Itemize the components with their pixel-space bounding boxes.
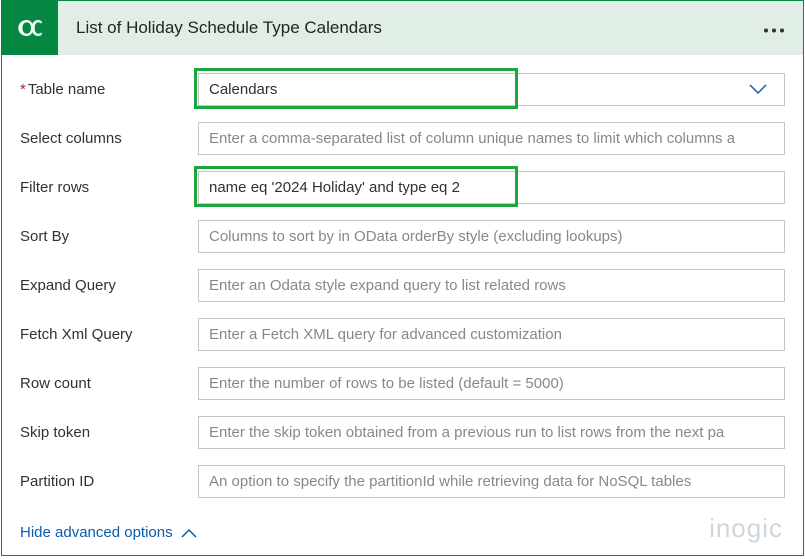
label-sort-by: Sort By bbox=[20, 228, 198, 245]
expand-query-input[interactable]: Enter an Odata style expand query to lis… bbox=[198, 269, 785, 302]
row-fetch-xml: Fetch Xml Query Enter a Fetch XML query … bbox=[20, 318, 785, 351]
row-select-columns: Select columns Enter a comma-separated l… bbox=[20, 122, 785, 155]
chevron-up-icon bbox=[181, 528, 197, 538]
label-partition-id: Partition ID bbox=[20, 473, 198, 490]
label-expand-query: Expand Query bbox=[20, 277, 198, 294]
card-header: List of Holiday Schedule Type Calendars bbox=[2, 1, 803, 55]
action-card: List of Holiday Schedule Type Calendars … bbox=[1, 0, 804, 556]
chevron-down-icon[interactable] bbox=[749, 82, 767, 98]
card-body: *Table name Calendars Select columns Ent… bbox=[2, 55, 803, 518]
row-sort-by: Sort By Columns to sort by in OData orde… bbox=[20, 220, 785, 253]
label-table-name: *Table name bbox=[20, 81, 198, 98]
hide-advanced-toggle[interactable]: Hide advanced options bbox=[20, 524, 197, 541]
label-skip-token: Skip token bbox=[20, 424, 198, 441]
row-row-count: Row count Enter the number of rows to be… bbox=[20, 367, 785, 400]
sort-by-input[interactable]: Columns to sort by in OData orderBy styl… bbox=[198, 220, 785, 253]
connector-icon-box bbox=[2, 1, 58, 55]
row-table-name: *Table name Calendars bbox=[20, 73, 785, 106]
label-row-count: Row count bbox=[20, 375, 198, 392]
partition-id-input[interactable]: An option to specify the partitionId whi… bbox=[198, 465, 785, 498]
row-partition-id: Partition ID An option to specify the pa… bbox=[20, 465, 785, 498]
select-columns-input[interactable]: Enter a comma-separated list of column u… bbox=[198, 122, 785, 155]
label-text: Table name bbox=[28, 81, 106, 98]
label-select-columns: Select columns bbox=[20, 130, 198, 147]
filter-rows-input[interactable]: name eq '2024 Holiday' and type eq 2 bbox=[198, 171, 785, 204]
label-fetch-xml: Fetch Xml Query bbox=[20, 326, 198, 343]
dataverse-icon bbox=[15, 13, 45, 43]
filter-rows-value: name eq '2024 Holiday' and type eq 2 bbox=[209, 179, 460, 196]
card-menu-button[interactable] bbox=[763, 17, 785, 40]
row-count-input[interactable]: Enter the number of rows to be listed (d… bbox=[198, 367, 785, 400]
table-name-value: Calendars bbox=[209, 81, 277, 98]
toggle-label: Hide advanced options bbox=[20, 524, 173, 541]
ellipsis-icon bbox=[763, 28, 785, 34]
skip-token-input[interactable]: Enter the skip token obtained from a pre… bbox=[198, 416, 785, 449]
row-skip-token: Skip token Enter the skip token obtained… bbox=[20, 416, 785, 449]
row-expand-query: Expand Query Enter an Odata style expand… bbox=[20, 269, 785, 302]
row-filter-rows: Filter rows name eq '2024 Holiday' and t… bbox=[20, 171, 785, 204]
required-indicator: * bbox=[20, 81, 26, 98]
fetch-xml-input[interactable]: Enter a Fetch XML query for advanced cus… bbox=[198, 318, 785, 351]
label-filter-rows: Filter rows bbox=[20, 179, 198, 196]
table-name-dropdown[interactable]: Calendars bbox=[198, 73, 785, 106]
card-title[interactable]: List of Holiday Schedule Type Calendars bbox=[76, 18, 382, 38]
